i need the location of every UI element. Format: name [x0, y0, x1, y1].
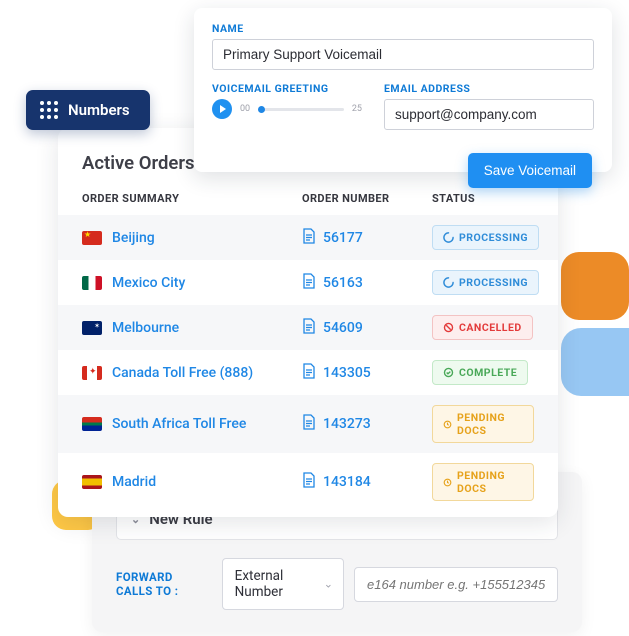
forward-target-value: External Number [235, 568, 284, 600]
status-badge: CANCELLED [432, 315, 533, 340]
flag-icon [82, 276, 102, 290]
order-city-link[interactable]: Mexico City [112, 275, 185, 291]
sidebar-item-numbers[interactable]: Numbers [26, 90, 150, 130]
dialpad-icon [40, 101, 58, 119]
flag-icon [82, 321, 102, 335]
document-icon [302, 414, 316, 434]
col-number: ORDER NUMBER [302, 192, 432, 205]
flag-icon [82, 231, 102, 245]
voicemail-card: NAME VOICEMAIL GREETING 00 25 EMAIL ADDR… [194, 8, 612, 172]
table-row: Mexico City 56163 PROCESSING [58, 260, 558, 305]
table-row: Beijing 56177 PROCESSING [58, 215, 558, 260]
status-badge: PROCESSING [432, 225, 539, 250]
status-badge: COMPLETE [432, 360, 528, 385]
flag-icon [82, 417, 102, 431]
audio-player: 00 25 [212, 99, 362, 119]
play-button[interactable] [212, 99, 232, 119]
order-city-link[interactable]: South Africa Toll Free [112, 416, 246, 432]
order-city-link[interactable]: Canada Toll Free (888) [112, 365, 253, 381]
col-summary: ORDER SUMMARY [82, 192, 302, 205]
table-row: South Africa Toll Free 143273 PENDING DOCS [58, 395, 558, 453]
status-badge: PROCESSING [432, 270, 539, 295]
status-badge: PENDING DOCS [432, 405, 534, 443]
order-city-link[interactable]: Madrid [112, 474, 156, 490]
flag-icon [82, 366, 102, 380]
order-number-link[interactable]: 143184 [323, 474, 371, 490]
forward-target-select[interactable]: External Number ⌄ [222, 558, 344, 610]
flag-icon [82, 475, 102, 489]
track-end-label: 25 [352, 104, 362, 114]
document-icon [302, 472, 316, 492]
document-icon [302, 228, 316, 248]
document-icon [302, 363, 316, 383]
order-number-link[interactable]: 56163 [323, 275, 363, 291]
order-number-link[interactable]: 56177 [323, 230, 363, 246]
table-row: Madrid 143184 PENDING DOCS [58, 453, 558, 511]
table-row: Canada Toll Free (888) 143305 COMPLETE [58, 350, 558, 395]
decorative-blob-orange [561, 252, 629, 320]
forward-calls-label: FORWARD CALLS TO : [116, 570, 212, 598]
col-status: STATUS [432, 192, 534, 205]
order-number-link[interactable]: 54609 [323, 320, 363, 336]
save-voicemail-button[interactable]: Save Voicemail [468, 153, 592, 188]
order-city-link[interactable]: Melbourne [112, 320, 179, 336]
order-number-link[interactable]: 143273 [323, 416, 371, 432]
chevron-down-icon: ⌄ [324, 578, 333, 591]
vm-greeting-label: VOICEMAIL GREETING [212, 82, 362, 95]
decorative-blob-blue [561, 328, 629, 396]
table-row: Melbourne 54609 CANCELLED [58, 305, 558, 350]
document-icon [302, 318, 316, 338]
status-badge: PENDING DOCS [432, 463, 534, 501]
order-city-link[interactable]: Beijing [112, 230, 155, 246]
document-icon [302, 273, 316, 293]
numbers-label: Numbers [68, 101, 130, 119]
vm-email-input[interactable] [384, 99, 594, 130]
e164-number-input[interactable] [354, 567, 558, 602]
order-number-link[interactable]: 143305 [323, 365, 371, 381]
track-knob[interactable] [258, 106, 265, 113]
orders-column-headers: ORDER SUMMARY ORDER NUMBER STATUS [58, 186, 558, 215]
audio-track[interactable] [258, 108, 344, 111]
vm-name-label: NAME [212, 22, 594, 35]
vm-name-input[interactable] [212, 39, 594, 70]
track-start-label: 00 [240, 104, 250, 114]
vm-email-label: EMAIL ADDRESS [384, 82, 594, 95]
